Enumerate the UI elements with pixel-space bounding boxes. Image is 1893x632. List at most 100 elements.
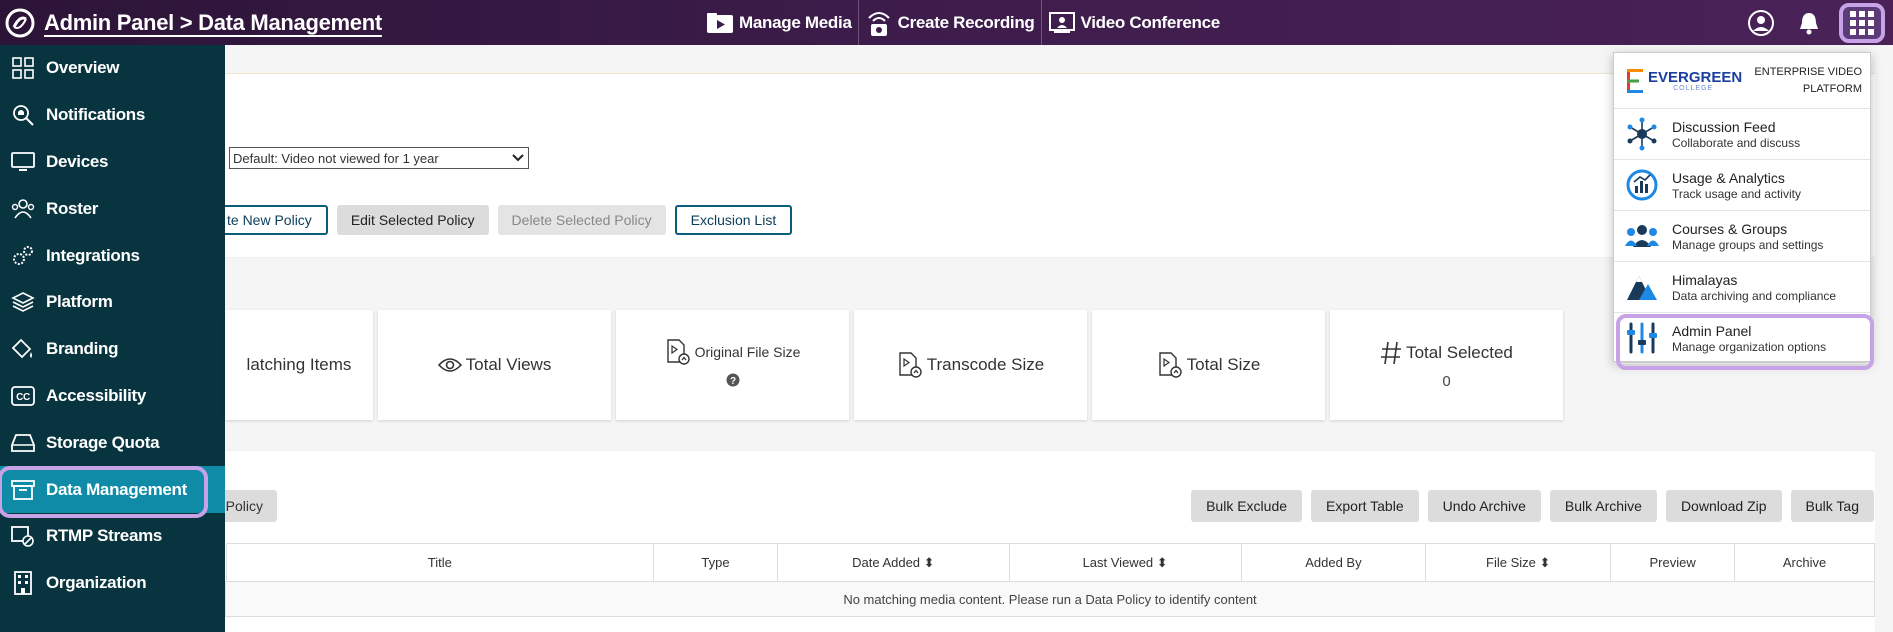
sidebar-item-label: Overview <box>46 58 120 78</box>
file-upload-icon <box>899 352 922 378</box>
eye-icon <box>437 358 462 372</box>
app-item-usage-analytics[interactable]: Usage & Analytics Track usage and activi… <box>1614 160 1870 211</box>
edit-selected-policy-button[interactable]: Edit Selected Policy <box>336 205 489 235</box>
brand: Admin Panel > Data Management <box>0 0 382 45</box>
manage-media-link[interactable]: Manage Media <box>700 0 859 45</box>
bulk-tag-button[interactable]: Bulk Tag <box>1790 490 1874 522</box>
sidebar-item-label: Organization <box>46 573 147 593</box>
policy-buttons: te New Policy Edit Selected Policy Delet… <box>225 205 801 235</box>
stat-label: Original File Size <box>665 339 801 365</box>
user-profile-button[interactable] <box>1741 3 1781 43</box>
table-header-row: Title Type Date Added ⬍ Last Viewed ⬍ Ad… <box>225 543 1875 582</box>
column-header-date-added[interactable]: Date Added ⬍ <box>776 543 1010 582</box>
top-nav: Manage Media Create Recording Video Conf… <box>700 0 1226 45</box>
app-item-admin-panel[interactable]: Admin Panel Manage organization options <box>1614 313 1874 370</box>
app-item-courses-groups[interactable]: Courses & Groups Manage groups and setti… <box>1614 211 1870 262</box>
stat-matching-items: latching Items <box>225 310 373 420</box>
sidebar-item-label: Accessibility <box>46 385 147 405</box>
svg-text:CC: CC <box>16 392 30 403</box>
recording-icon <box>867 11 890 36</box>
page-title-breadcrumb[interactable]: Admin Panel > Data Management <box>44 10 382 36</box>
sidebar-item-storage-quota[interactable]: Storage Quota <box>0 419 225 466</box>
sidebar-item-label: Branding <box>46 339 119 359</box>
download-zip-button[interactable]: Download Zip <box>1665 490 1782 522</box>
bulk-archive-button[interactable]: Bulk Archive <box>1549 490 1657 522</box>
group-people-icon <box>1624 218 1660 254</box>
stat-label-text: Total Selected <box>1406 342 1513 362</box>
paint-bucket-icon <box>0 337 46 361</box>
app-item-himalayas[interactable]: Himalayas Data archiving and compliance <box>1614 262 1870 313</box>
people-icon <box>0 198 46 220</box>
delete-selected-policy-button: Delete Selected Policy <box>497 205 666 235</box>
column-header-title: Title <box>225 543 655 582</box>
column-header-archive: Archive <box>1734 543 1875 582</box>
stream-icon <box>0 524 46 548</box>
sidebar-item-branding[interactable]: Branding <box>0 326 225 373</box>
sidebar-item-platform[interactable]: Platform <box>0 279 225 326</box>
app-name: Usage & Analytics <box>1672 169 1785 186</box>
bulk-exclude-button[interactable]: Bulk Exclude <box>1191 490 1303 522</box>
create-recording-link[interactable]: Create Recording <box>859 0 1042 45</box>
sidebar-item-roster[interactable]: Roster <box>0 185 225 232</box>
sidebar-item-rtmp-streams[interactable]: RTMP Streams <box>0 513 225 560</box>
column-header-file-size[interactable]: File Size ⬍ <box>1425 543 1612 582</box>
sidebar-item-organization[interactable]: Organization <box>0 560 225 607</box>
app-item-discussion-feed[interactable]: Discussion Feed Collaborate and discuss <box>1614 109 1870 160</box>
stat-value: 0 <box>1442 372 1451 390</box>
app-logo-icon[interactable] <box>4 7 36 39</box>
app-name: Himalayas <box>1672 271 1738 288</box>
sidebar-item-integrations[interactable]: Integrations <box>0 232 225 279</box>
run-policy-button[interactable]: Policy <box>225 490 277 522</box>
exclusion-list-button[interactable]: Exclusion List <box>674 205 793 235</box>
app-launcher-menu: EVERGREEN COLLEGE ENTERPRISE VIDEO PLATF… <box>1613 52 1874 370</box>
evergreen-logo: EVERGREEN COLLEGE <box>1626 68 1742 94</box>
app-name: Discussion Feed <box>1672 118 1776 135</box>
platform-line-1: ENTERPRISE VIDEO <box>1754 65 1862 78</box>
notifications-button[interactable] <box>1789 3 1829 43</box>
monitor-icon <box>0 151 46 173</box>
sidebar-item-devices[interactable]: Devices <box>0 139 225 186</box>
stat-transcode-size: Transcode Size <box>854 310 1087 420</box>
sidebar-item-label: Storage Quota <box>46 432 160 452</box>
video-conference-link[interactable]: Video Conference <box>1042 0 1226 45</box>
create-recording-label: Create Recording <box>897 12 1035 32</box>
grid-icon <box>0 57 46 80</box>
sidebar-item-accessibility[interactable]: CC Accessibility <box>0 373 225 420</box>
stat-label: Transcode Size <box>897 352 1044 378</box>
sidebar-item-label: RTMP Streams <box>46 526 163 546</box>
video-conference-icon <box>1048 11 1075 33</box>
cc-icon: CC <box>0 386 46 406</box>
sidebar-item-notifications[interactable]: Notifications <box>0 92 225 139</box>
sidebar-item-label: Data Management <box>46 479 187 499</box>
table-row: No matching media content. Please run a … <box>225 581 1875 617</box>
file-upload-icon <box>1158 352 1182 378</box>
stat-label-text: Original File Size <box>694 344 801 360</box>
file-upload-icon <box>666 339 690 365</box>
undo-archive-button[interactable]: Undo Archive <box>1427 490 1541 522</box>
sidebar-item-data-management[interactable]: Data Management <box>0 466 225 518</box>
stat-total-size: Total Size <box>1092 310 1325 420</box>
building-icon <box>0 571 46 596</box>
sidebar-item-label: Platform <box>46 292 113 312</box>
sidebar-item-overview[interactable]: Overview <box>0 45 225 92</box>
table-actions: Bulk Exclude Export Table Undo Archive B… <box>1182 490 1874 522</box>
brand-sub: COLLEGE <box>1673 84 1714 92</box>
stat-label-text: Transcode Size <box>926 355 1045 374</box>
app-desc: Track usage and activity <box>1672 186 1801 201</box>
sliders-icon <box>1624 320 1660 356</box>
stat-original-file-size: Original File Size ? <box>616 310 849 420</box>
create-new-policy-button[interactable]: te New Policy <box>225 205 328 235</box>
app-launcher-button[interactable] <box>1839 2 1885 43</box>
layers-icon <box>0 291 46 313</box>
export-table-button[interactable]: Export Table <box>1311 490 1419 522</box>
column-header-added-by: Added By <box>1240 543 1427 582</box>
mountain-icon <box>1624 269 1660 305</box>
evergreen-e-icon <box>1627 68 1643 93</box>
stat-info-icon[interactable]: ? <box>726 373 740 391</box>
data-policy-select[interactable]: Default: Video not viewed for 1 year <box>229 147 529 169</box>
archive-box-icon <box>0 479 46 501</box>
gears-icon <box>0 244 46 268</box>
analytics-chart-icon <box>1624 167 1660 203</box>
column-header-last-viewed[interactable]: Last Viewed ⬍ <box>1008 543 1242 582</box>
brand-name: EVERGREEN <box>1648 68 1743 86</box>
